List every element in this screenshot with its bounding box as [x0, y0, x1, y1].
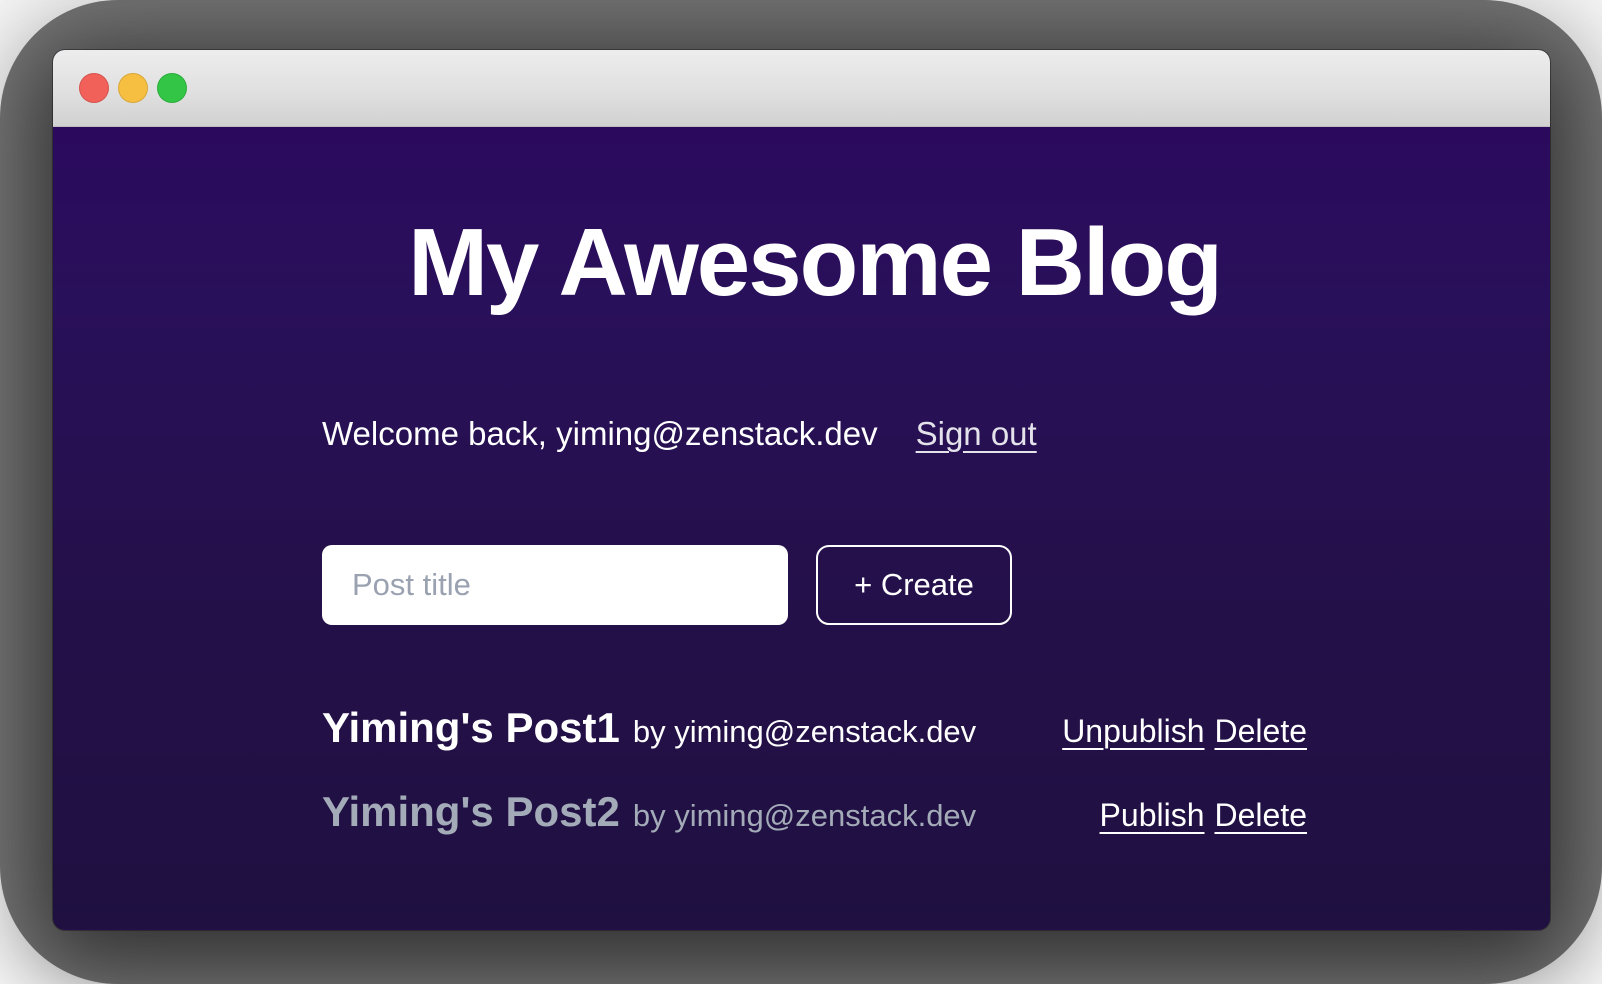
- delete-link[interactable]: Delete: [1215, 790, 1308, 840]
- post-row: Yiming's Post2 by yiming@zenstack.dev Pu…: [322, 787, 1307, 841]
- welcome-text: Welcome back, yiming@zenstack.dev: [322, 414, 878, 454]
- post-title: Yiming's Post2: [322, 787, 620, 837]
- traffic-lights: [79, 73, 187, 103]
- sign-out-link[interactable]: Sign out: [916, 414, 1037, 454]
- macos-window: My Awesome Blog Welcome back, yiming@zen…: [53, 50, 1550, 930]
- zoom-button[interactable]: [157, 73, 187, 103]
- post-list: Yiming's Post1 by yiming@zenstack.dev Un…: [322, 703, 1307, 841]
- create-post-button[interactable]: + Create: [816, 545, 1012, 625]
- post-author: by yiming@zenstack.dev: [633, 791, 976, 841]
- main-container: My Awesome Blog Welcome back, yiming@zen…: [322, 127, 1307, 841]
- unpublish-link[interactable]: Unpublish: [1062, 706, 1204, 756]
- screenshot-canvas: My Awesome Blog Welcome back, yiming@zen…: [0, 0, 1602, 984]
- post-actions: Unpublish Delete: [1062, 706, 1307, 756]
- post-author: by yiming@zenstack.dev: [633, 707, 976, 757]
- minimize-button[interactable]: [118, 73, 148, 103]
- close-button[interactable]: [79, 73, 109, 103]
- app-content: My Awesome Blog Welcome back, yiming@zen…: [53, 127, 1550, 929]
- delete-link[interactable]: Delete: [1215, 706, 1308, 756]
- create-post-form: + Create: [322, 545, 1307, 625]
- post-actions: Publish Delete: [1100, 790, 1307, 840]
- user-bar: Welcome back, yiming@zenstack.dev Sign o…: [322, 414, 1307, 454]
- window-titlebar[interactable]: [53, 50, 1550, 127]
- page-title: My Awesome Blog: [322, 127, 1307, 317]
- post-row: Yiming's Post1 by yiming@zenstack.dev Un…: [322, 703, 1307, 757]
- publish-link[interactable]: Publish: [1100, 790, 1205, 840]
- post-title-input[interactable]: [322, 545, 788, 625]
- post-title: Yiming's Post1: [322, 703, 620, 753]
